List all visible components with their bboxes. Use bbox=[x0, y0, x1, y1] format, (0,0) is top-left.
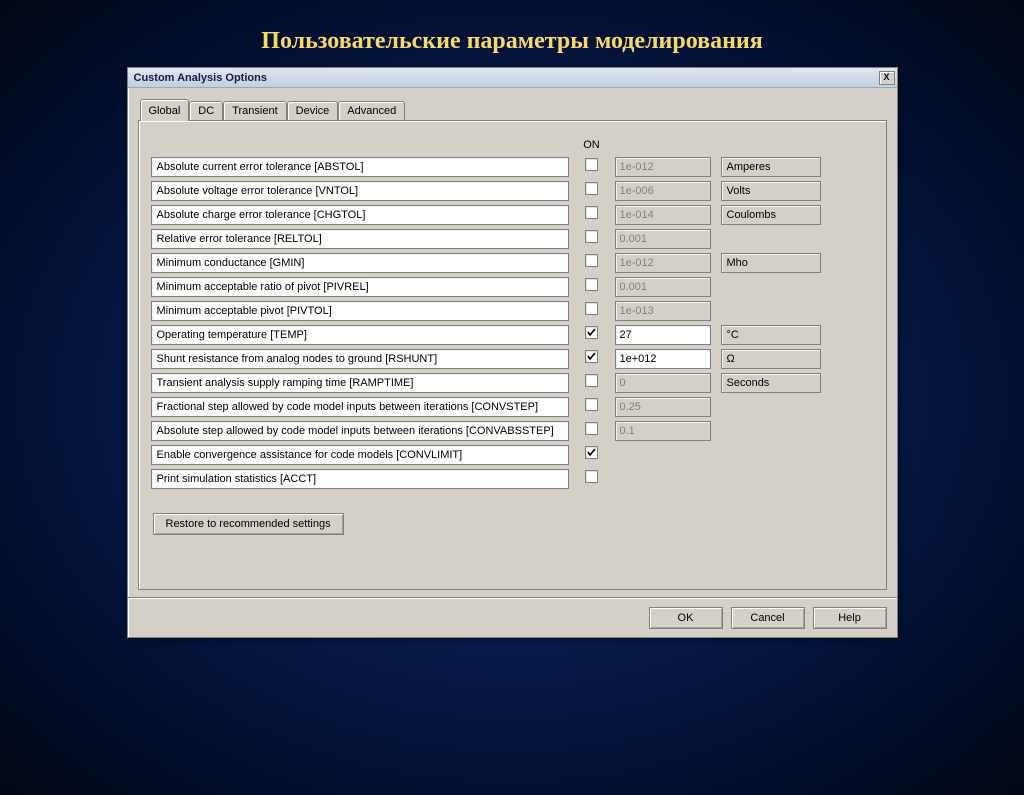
param-value: 1e-012 bbox=[615, 157, 711, 177]
param-checkbox-cell bbox=[579, 446, 605, 464]
cancel-button[interactable]: Cancel bbox=[731, 607, 805, 629]
param-checkbox-cell bbox=[579, 398, 605, 416]
param-unit: °C bbox=[721, 325, 821, 345]
param-checkbox[interactable] bbox=[585, 446, 598, 459]
param-label: Fractional step allowed by code model in… bbox=[151, 397, 569, 417]
param-unit: Amperes bbox=[721, 157, 821, 177]
param-value: 0.25 bbox=[615, 397, 711, 417]
param-unit: Coulombs bbox=[721, 205, 821, 225]
param-value: 1e-012 bbox=[615, 253, 711, 273]
param-checkbox-cell bbox=[579, 278, 605, 296]
param-checkbox[interactable] bbox=[585, 206, 598, 219]
param-checkbox[interactable] bbox=[585, 302, 598, 315]
param-value[interactable]: 1e+012 bbox=[615, 349, 711, 369]
param-unit: Seconds bbox=[721, 373, 821, 393]
restore-button[interactable]: Restore to recommended settings bbox=[153, 513, 344, 535]
param-checkbox[interactable] bbox=[585, 278, 598, 291]
param-label: Absolute current error tolerance [ABSTOL… bbox=[151, 157, 569, 177]
tab-transient[interactable]: Transient bbox=[223, 101, 286, 120]
param-checkbox-cell bbox=[579, 350, 605, 368]
ok-button[interactable]: OK bbox=[649, 607, 723, 629]
param-checkbox-cell bbox=[579, 470, 605, 488]
param-value: 0.001 bbox=[615, 229, 711, 249]
param-unit: Volts bbox=[721, 181, 821, 201]
param-checkbox-cell bbox=[579, 182, 605, 200]
param-value: 1e-013 bbox=[615, 301, 711, 321]
param-checkbox[interactable] bbox=[585, 422, 598, 435]
param-unit: Mho bbox=[721, 253, 821, 273]
tab-device[interactable]: Device bbox=[287, 101, 339, 120]
param-value: 1e-014 bbox=[615, 205, 711, 225]
param-checkbox[interactable] bbox=[585, 374, 598, 387]
tab-advanced[interactable]: Advanced bbox=[338, 101, 405, 120]
param-label: Relative error tolerance [RELTOL] bbox=[151, 229, 569, 249]
param-checkbox[interactable] bbox=[585, 158, 598, 171]
param-unit: Ω bbox=[721, 349, 821, 369]
param-label: Absolute voltage error tolerance [VNTOL] bbox=[151, 181, 569, 201]
close-icon[interactable]: X bbox=[879, 71, 895, 85]
param-checkbox[interactable] bbox=[585, 254, 598, 267]
param-label: Shunt resistance from analog nodes to gr… bbox=[151, 349, 569, 369]
param-checkbox[interactable] bbox=[585, 326, 598, 339]
dialog-footer: OK Cancel Help bbox=[128, 598, 897, 637]
param-label: Print simulation statistics [ACCT] bbox=[151, 469, 569, 489]
tab-panel-global: ON Absolute current error tolerance [ABS… bbox=[138, 120, 887, 590]
tab-dc[interactable]: DC bbox=[189, 101, 223, 120]
tab-global[interactable]: Global bbox=[140, 99, 190, 121]
param-label: Absolute step allowed by code model inpu… bbox=[151, 421, 569, 441]
param-label: Transient analysis supply ramping time [… bbox=[151, 373, 569, 393]
dialog-window: Custom Analysis Options X GlobalDCTransi… bbox=[127, 67, 898, 638]
param-value: 0 bbox=[615, 373, 711, 393]
window-title: Custom Analysis Options bbox=[134, 72, 267, 84]
param-label: Enable convergence assistance for code m… bbox=[151, 445, 569, 465]
param-checkbox-cell bbox=[579, 158, 605, 176]
param-label: Minimum acceptable pivot [PIVTOL] bbox=[151, 301, 569, 321]
param-checkbox-cell bbox=[579, 374, 605, 392]
client-area: GlobalDCTransientDeviceAdvanced ON Absol… bbox=[128, 88, 897, 598]
help-button[interactable]: Help bbox=[813, 607, 887, 629]
param-checkbox-cell bbox=[579, 254, 605, 272]
param-label: Operating temperature [TEMP] bbox=[151, 325, 569, 345]
param-checkbox-cell bbox=[579, 326, 605, 344]
param-checkbox[interactable] bbox=[585, 182, 598, 195]
titlebar: Custom Analysis Options X bbox=[128, 68, 897, 88]
param-checkbox-cell bbox=[579, 422, 605, 440]
param-checkbox[interactable] bbox=[585, 350, 598, 363]
param-checkbox[interactable] bbox=[585, 398, 598, 411]
param-value[interactable]: 27 bbox=[615, 325, 711, 345]
param-checkbox-cell bbox=[579, 230, 605, 248]
param-checkbox-cell bbox=[579, 302, 605, 320]
param-value: 1e-006 bbox=[615, 181, 711, 201]
param-value: 0.1 bbox=[615, 421, 711, 441]
param-checkbox[interactable] bbox=[585, 470, 598, 483]
param-label: Absolute charge error tolerance [CHGTOL] bbox=[151, 205, 569, 225]
param-checkbox-cell bbox=[579, 206, 605, 224]
param-label: Minimum conductance [GMIN] bbox=[151, 253, 569, 273]
slide-title: Пользовательские параметры моделирования bbox=[0, 28, 1024, 55]
column-header-on: ON bbox=[579, 139, 605, 151]
param-checkbox[interactable] bbox=[585, 230, 598, 243]
param-value: 0.001 bbox=[615, 277, 711, 297]
tab-strip: GlobalDCTransientDeviceAdvanced bbox=[140, 98, 887, 120]
param-label: Minimum acceptable ratio of pivot [PIVRE… bbox=[151, 277, 569, 297]
